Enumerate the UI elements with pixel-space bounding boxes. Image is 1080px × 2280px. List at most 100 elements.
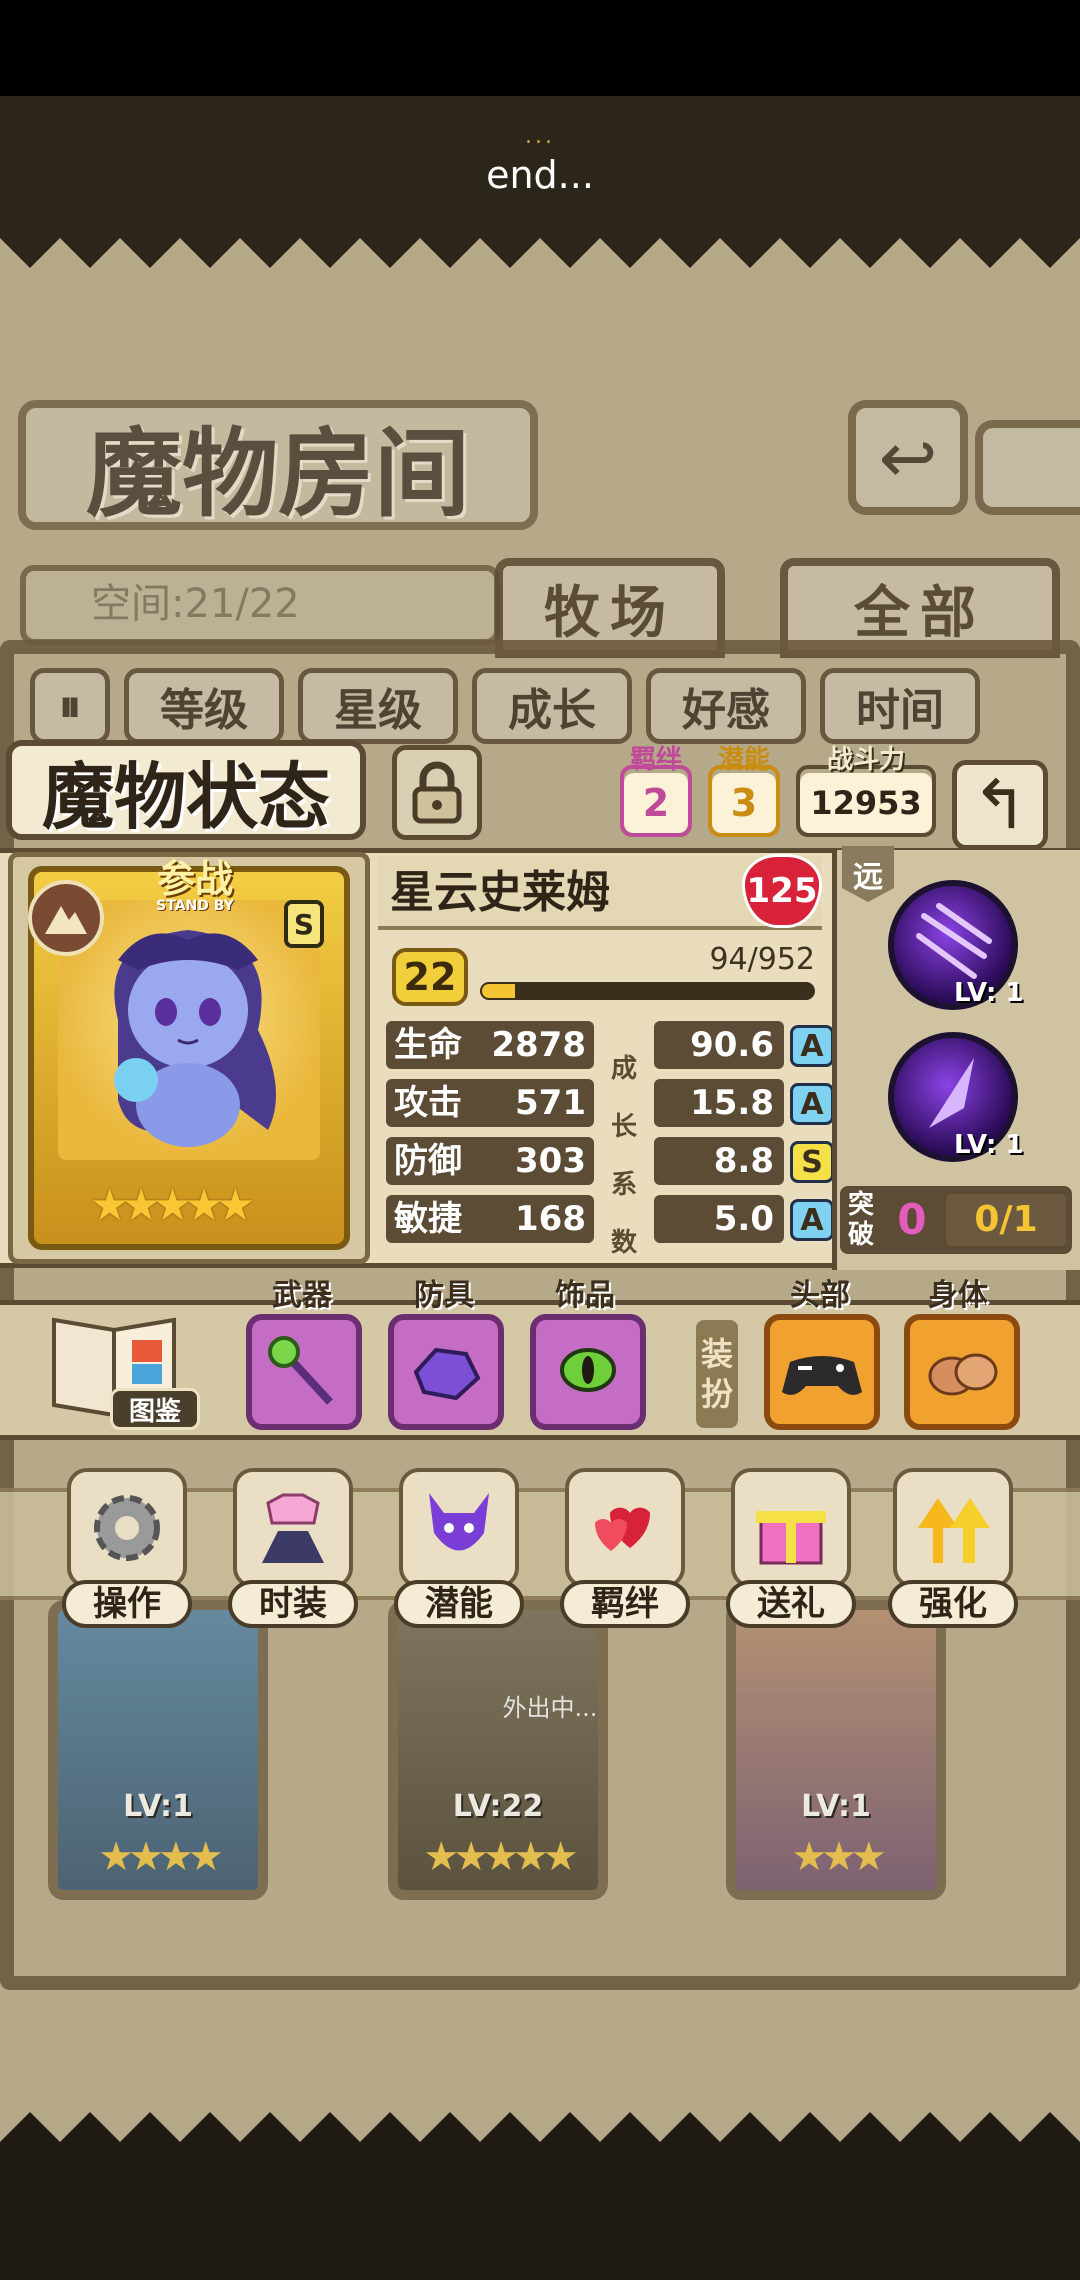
sort-level-button[interactable]: 等级: [124, 668, 284, 744]
dress-icon: [233, 1468, 353, 1588]
demon-icon: [399, 1468, 519, 1588]
skill-2[interactable]: LV: 1: [888, 1032, 1023, 1162]
breakthrough-box[interactable]: 突破 0 0/1: [840, 1186, 1072, 1254]
growth-value: 5.0: [654, 1195, 784, 1243]
potential-box: 潜能 3: [708, 745, 780, 837]
growth-grade: A: [790, 1025, 834, 1067]
power-label: 战斗力: [826, 745, 905, 775]
armor-slot[interactable]: [388, 1314, 504, 1430]
accessory-label: 饰品: [555, 1278, 615, 1313]
gift-button[interactable]: 送礼: [726, 1468, 856, 1628]
armor-icon: [413, 1347, 481, 1401]
roster-level: LV:22: [452, 1789, 544, 1824]
room-return-button[interactable]: ↩: [848, 400, 968, 515]
bond-label: 羁绊: [560, 1580, 690, 1628]
growth-value: 15.8: [654, 1079, 784, 1127]
growth-label-char: 成: [610, 1054, 637, 1084]
stat-value: 168: [515, 1199, 586, 1239]
roster-card-2[interactable]: LV:22 ★★★★★: [388, 1600, 608, 1900]
eye-amulet-icon: [560, 1348, 616, 1392]
armor-label: 防具: [414, 1278, 474, 1313]
status-bar: [0, 0, 1080, 96]
pause-icon: ⏸: [59, 680, 81, 732]
stat-row-hp: 生命 2878 90.6 A: [386, 1021, 834, 1069]
roster-card-1[interactable]: LV:1 ★★★★: [48, 1600, 268, 1900]
level-badge: 22: [392, 948, 468, 1006]
gamepad-icon: [782, 1356, 862, 1395]
bond-value: 2: [624, 773, 688, 833]
body-label: 身体: [928, 1278, 988, 1313]
close-status-button[interactable]: ↰: [952, 760, 1048, 850]
loading-text: end...: [486, 153, 594, 197]
standby-cn: 参战: [156, 857, 233, 901]
monster-stars: ★★★★★: [90, 1180, 255, 1231]
bond-label: 羁绊: [629, 745, 682, 775]
sort-growth-button[interactable]: 成长: [472, 668, 632, 744]
weapon-label: 武器: [272, 1278, 332, 1313]
accessory-slot[interactable]: [530, 1314, 646, 1430]
fashion-button[interactable]: 时装: [228, 1468, 358, 1628]
potential-label: 潜能: [717, 745, 770, 775]
status-title: 魔物状态: [6, 740, 366, 840]
head-label: 头部: [790, 1278, 850, 1313]
loading-banner: ... end...: [0, 96, 1080, 230]
top-zigzag-border: [0, 228, 1080, 268]
skill-level: LV: 1: [954, 1130, 1024, 1160]
breakthrough-label: 突破: [848, 1190, 875, 1250]
breakthrough-progress: 0/1: [946, 1194, 1066, 1246]
growth-label-char: 数: [610, 1228, 637, 1258]
back-arrow-icon: ↰: [971, 765, 1029, 845]
dressup-button[interactable]: 装 扮: [696, 1320, 738, 1428]
lock-button[interactable]: [392, 745, 482, 840]
dressup-char: 扮: [700, 1375, 733, 1413]
body-cosmetic-slot[interactable]: [904, 1314, 1020, 1430]
bond-button[interactable]: 羁绊: [560, 1468, 690, 1628]
roster-card-3[interactable]: LV:1 ★★★: [726, 1600, 946, 1900]
weapon-slot[interactable]: [246, 1314, 362, 1430]
exp-text: 94/952: [709, 942, 815, 977]
head-cosmetic-slot[interactable]: [764, 1314, 880, 1430]
potential-value: 3: [712, 773, 776, 833]
affection-heart: 125: [742, 854, 822, 928]
footer-strip: [0, 2150, 1080, 2280]
bottom-zigzag-border: [0, 2112, 1080, 2152]
gift-label: 送礼: [726, 1580, 856, 1628]
enhance-label: 强化: [888, 1580, 1018, 1628]
hearts-icon: [565, 1468, 685, 1588]
rank-badge: S: [284, 900, 324, 948]
skill-1[interactable]: LV: 1: [888, 880, 1023, 1010]
sort-affection-button[interactable]: 好感: [646, 668, 806, 744]
standby-en: STAND BY: [156, 898, 234, 914]
enhance-button[interactable]: 强化: [888, 1468, 1018, 1628]
operate-button[interactable]: 操作: [62, 1468, 192, 1628]
stat-value: 303: [515, 1141, 586, 1181]
sort-star-button[interactable]: 星级: [298, 668, 458, 744]
growth-label-char: 长: [610, 1112, 637, 1142]
power-box: 战斗力 12953: [796, 745, 936, 837]
pause-sort-button[interactable]: ⏸: [30, 668, 110, 744]
skill-level: LV: 1: [954, 978, 1024, 1008]
operate-label: 操作: [62, 1580, 192, 1628]
gear-icon: [67, 1468, 187, 1588]
growth-coefficient-label: 成 长 系 数: [606, 1040, 642, 1272]
growth-grade: A: [790, 1199, 834, 1241]
return-icon: ↩: [878, 416, 938, 499]
lock-icon: [412, 761, 462, 823]
potential-label: 潜能: [394, 1580, 524, 1628]
stat-row-defense: 防御 303 8.8 S: [386, 1137, 834, 1185]
potato-icon: [928, 1353, 998, 1396]
room-title: 魔物房间: [18, 400, 538, 530]
space-counter: 空间:21/22: [20, 565, 500, 645]
room-side-tab[interactable]: [975, 420, 1080, 515]
element-icon: [28, 880, 104, 956]
sort-time-button[interactable]: 时间: [820, 668, 980, 744]
fashion-label: 时装: [228, 1580, 358, 1628]
growth-grade: S: [790, 1141, 834, 1183]
gift-icon: [731, 1468, 851, 1588]
stat-row-agility: 敏捷 168 5.0 A: [386, 1195, 834, 1243]
potential-button[interactable]: 潜能: [394, 1468, 524, 1628]
loading-dots: ...: [525, 124, 555, 149]
encyclopedia-label: 图鉴: [110, 1388, 200, 1430]
exp-bar: [480, 982, 815, 1000]
breakthrough-count: 0: [897, 1195, 927, 1244]
